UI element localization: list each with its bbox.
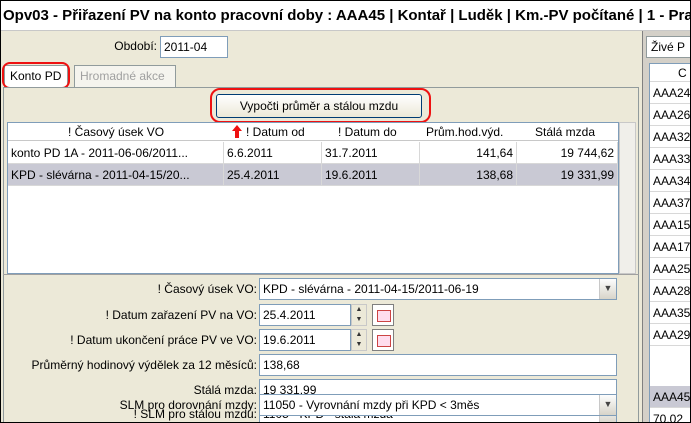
cell-period: konto PD 1A - 2011-06-06/2011...	[8, 142, 224, 164]
list-item[interactable]: 70.02	[650, 408, 690, 422]
cell-date-to: 19.6.2011	[322, 164, 420, 186]
list-item[interactable]: AAA28	[650, 280, 690, 302]
right-list-header[interactable]: C	[650, 64, 690, 82]
list-item[interactable]: AAA25	[650, 258, 690, 280]
list-item[interactable]: AAA29	[650, 324, 690, 346]
date-spinner[interactable]: ▲ ▼	[351, 329, 367, 351]
time-slot-label: ! Časový úsek VO:	[157, 282, 257, 296]
sort-arrow-icon[interactable]	[230, 123, 244, 141]
end-date-label: ! Datum ukončení práce PV ve VO:	[70, 333, 257, 347]
list-item[interactable]: AAA35	[650, 302, 690, 324]
list-item[interactable]: AAA17	[650, 236, 690, 258]
date-spinner[interactable]: ▲ ▼	[351, 304, 367, 326]
cell-date-to: 31.7.2011	[322, 142, 420, 164]
slm-adjust-label: SLM pro dorovnání mzdy:	[119, 398, 257, 412]
calculate-average-button[interactable]: Vypočti průměr a stálou mzdu	[216, 94, 422, 118]
time-slot-select[interactable]: KPD - slévárna - 2011-04-15/2011-06-19	[259, 278, 617, 300]
tab-konto-pd[interactable]: Konto PD	[4, 65, 68, 87]
period-input[interactable]: 2011-04	[160, 36, 228, 58]
avg-earnings-label: Průměrný hodinový výdělek za 12 měsíců:	[31, 358, 257, 372]
table-header: ! Časový úsek VO ! Datum od ! Datum do P…	[8, 123, 618, 141]
cell-avg-earnings: 138,68	[420, 164, 517, 186]
window-title: Opv03 - Přiřazení PV na konto pracovní d…	[1, 1, 690, 31]
column-header-date-to[interactable]: ! Datum do	[338, 123, 418, 141]
table-row-selected[interactable]: KPD - slévárna - 2011-04-15/20... 25.4.2…	[8, 164, 618, 186]
list-item[interactable]: AAA34	[650, 170, 690, 192]
application-window: Opv03 - Přiřazení PV na konto pracovní d…	[0, 0, 691, 423]
column-header-fixed-wage[interactable]: Stálá mzda	[535, 123, 615, 141]
list-item-selected[interactable]: AAA45	[650, 386, 690, 408]
calendar-icon[interactable]	[372, 329, 394, 351]
column-header-avg-earnings[interactable]: Prům.hod.výd.	[426, 123, 518, 141]
tab-zive-p[interactable]: Živé P	[646, 36, 690, 58]
cell-period: KPD - slévárna - 2011-04-15/20...	[8, 164, 224, 186]
table-row[interactable]: konto PD 1A - 2011-06-06/2011... 6.6.201…	[8, 142, 618, 164]
chevron-down-icon[interactable]: ▼	[599, 395, 616, 415]
cell-date-from: 6.6.2011	[224, 142, 322, 164]
right-list: C AAA24 AAA26 AAA32 AAA33 AAA34 AAA37 AA…	[649, 63, 690, 422]
cell-fixed-wage: 19 744,62	[517, 142, 618, 164]
period-label: Období:	[114, 39, 157, 53]
list-item[interactable]: AAA37	[650, 192, 690, 214]
column-header-period[interactable]: ! Časový úsek VO	[68, 123, 218, 141]
list-item[interactable]: AAA26	[650, 104, 690, 126]
slm-adjust-select[interactable]: 11050 - Vyrovnání mzdy při KPD < 3měs	[259, 394, 617, 416]
end-date-input[interactable]: 19.6.2011	[259, 329, 351, 351]
cell-fixed-wage: 19 331,99	[517, 164, 618, 186]
main-pane: Období: 2011-04 Konto PD Hromadné akce V…	[1, 31, 640, 422]
avg-earnings-field[interactable]: 138,68	[259, 354, 617, 376]
list-item[interactable]: AAA32	[650, 126, 690, 148]
assign-date-input[interactable]: 25.4.2011	[259, 304, 351, 326]
cell-date-from: 25.4.2011	[224, 164, 322, 186]
time-slot-table: ! Časový úsek VO ! Datum od ! Datum do P…	[7, 122, 619, 274]
tab-hromadne-akce[interactable]: Hromadné akce	[74, 65, 176, 87]
assign-date-label: ! Datum zařazení PV na VO:	[105, 308, 257, 322]
table-scrollbar[interactable]	[619, 122, 636, 274]
list-item[interactable]: AAA15	[650, 214, 690, 236]
cell-avg-earnings: 141,64	[420, 142, 517, 164]
calendar-icon[interactable]	[372, 304, 394, 326]
chevron-down-icon[interactable]: ▼	[599, 279, 616, 299]
column-header-date-from[interactable]: ! Datum od	[246, 123, 326, 141]
list-item[interactable]: AAA33	[650, 148, 690, 170]
right-panel: Živé P C AAA24 AAA26 AAA32 AAA33 AAA34 A…	[642, 31, 690, 422]
list-item[interactable]: AAA24	[650, 82, 690, 104]
